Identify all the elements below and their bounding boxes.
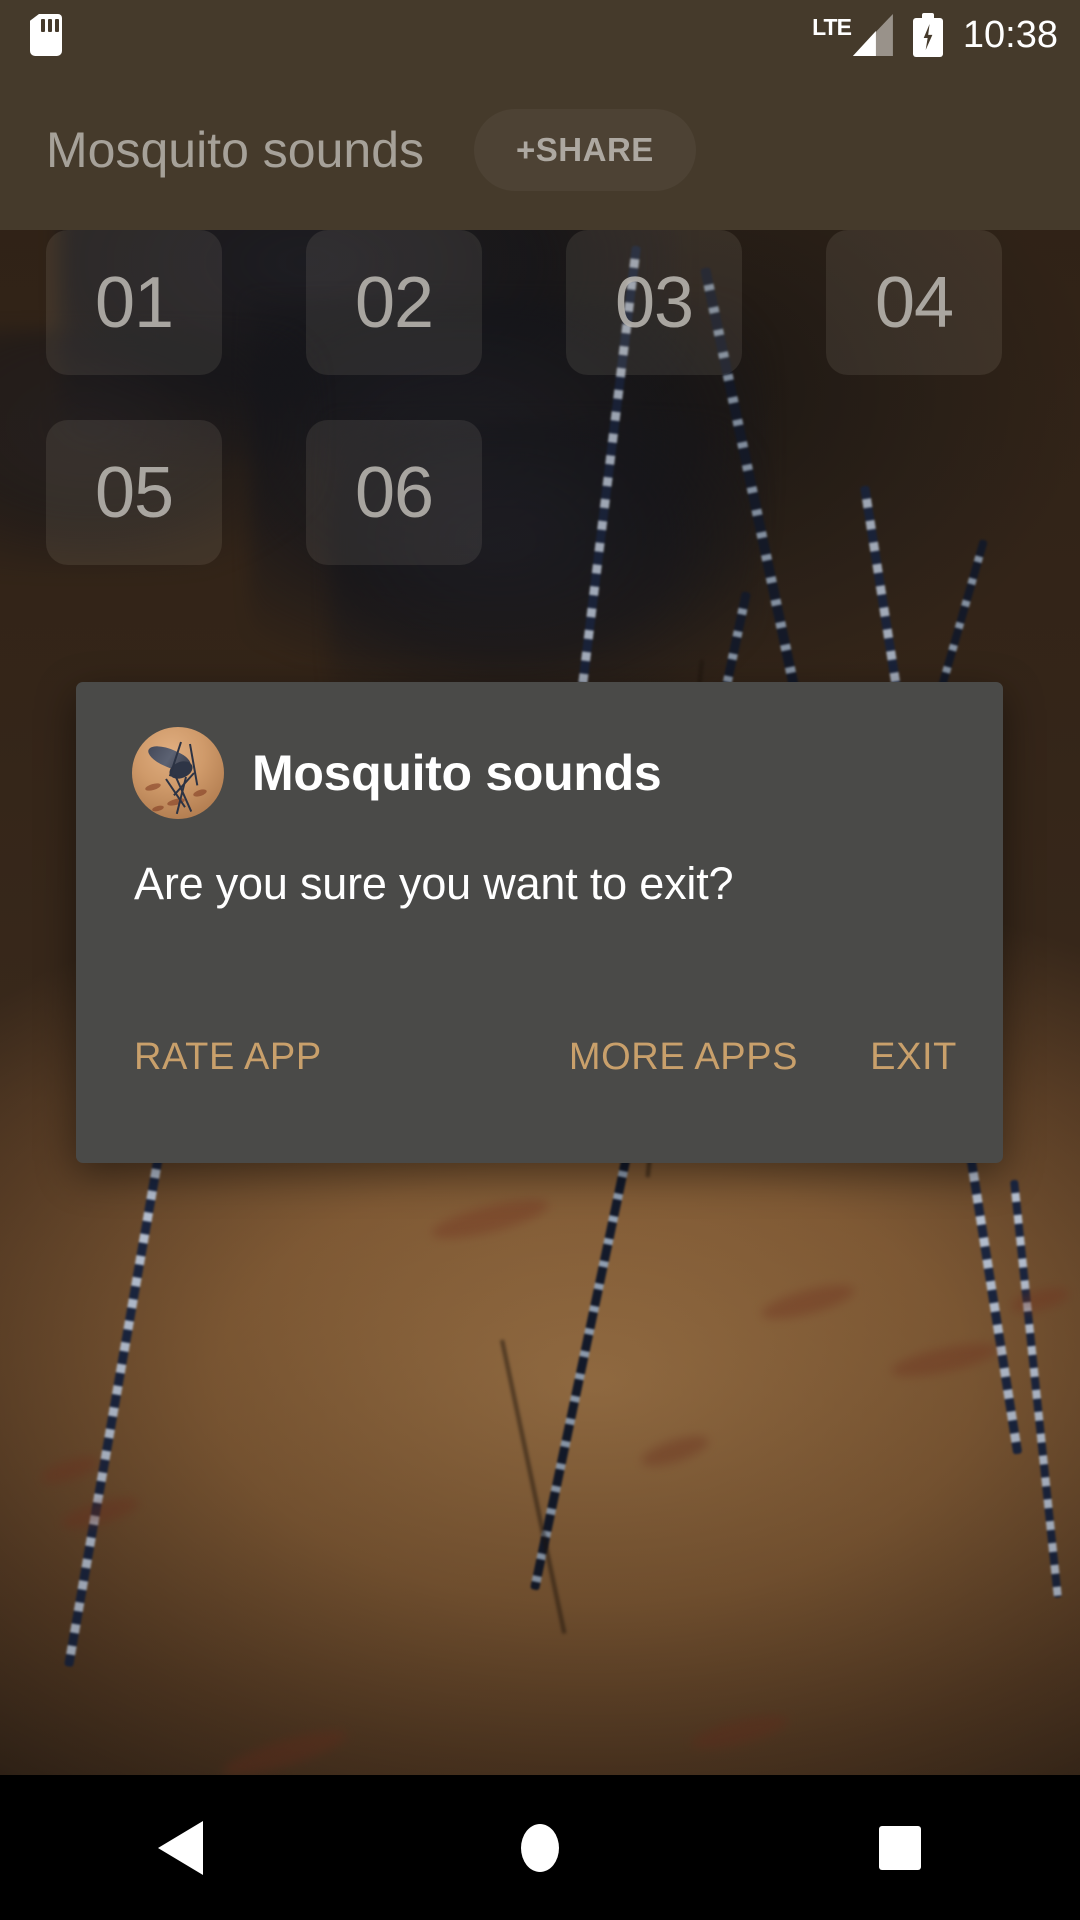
back-triangle-icon bbox=[157, 1820, 203, 1875]
rate-app-button[interactable]: RATE APP bbox=[134, 1036, 322, 1079]
navigation-bar bbox=[0, 1775, 1080, 1920]
battery-charging-icon bbox=[912, 13, 943, 57]
dialog-action-row: RATE APP MORE APPS EXIT bbox=[76, 1012, 1003, 1102]
dialog-title: Mosquito sounds bbox=[252, 745, 662, 801]
status-bar: LTE 10:38 bbox=[0, 0, 1080, 70]
more-apps-button[interactable]: MORE APPS bbox=[569, 1036, 798, 1079]
dialog-message: Are you sure you want to exit? bbox=[134, 858, 734, 909]
sd-card-icon bbox=[30, 14, 62, 56]
mosquito-app-icon bbox=[132, 727, 224, 819]
recents-square-icon bbox=[879, 1825, 921, 1870]
status-bar-clock: 10:38 bbox=[962, 14, 1058, 56]
status-bar-right: LTE 10:38 bbox=[812, 13, 1058, 57]
share-button[interactable]: +SHARE bbox=[474, 109, 696, 191]
app-bar-title: Mosquito sounds bbox=[46, 122, 425, 178]
nav-recents-button[interactable] bbox=[830, 1798, 970, 1898]
nav-back-button[interactable] bbox=[110, 1798, 250, 1898]
dialog-header: Mosquito sounds bbox=[132, 727, 662, 819]
exit-button[interactable]: EXIT bbox=[870, 1036, 957, 1079]
nav-home-button[interactable] bbox=[470, 1798, 610, 1898]
status-bar-left bbox=[30, 14, 62, 56]
signal-bars-icon bbox=[852, 14, 893, 56]
exit-confirmation-dialog: Mosquito sounds Are you sure you want to… bbox=[76, 682, 1003, 1163]
phone-screen: 01 02 03 04 05 06 LTE 10:38 Mosquito sou… bbox=[0, 0, 1080, 1920]
home-circle-icon bbox=[521, 1823, 559, 1872]
network-type-indicator: LTE bbox=[812, 14, 893, 56]
app-bar: Mosquito sounds +SHARE bbox=[0, 70, 1080, 230]
lte-label: LTE bbox=[812, 14, 852, 40]
